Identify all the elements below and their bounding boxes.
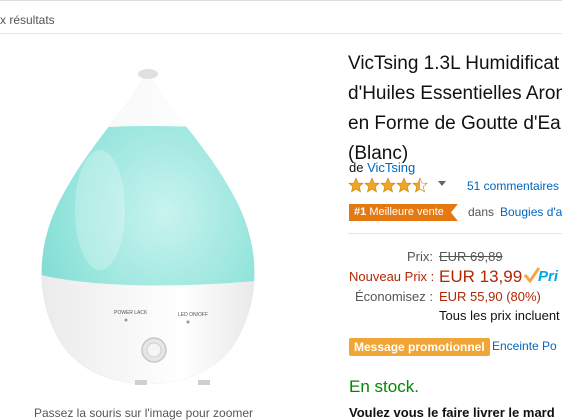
- delivery-question: Voulez vous le faire livrer le mard: [349, 405, 555, 420]
- star-rating[interactable]: [348, 177, 430, 193]
- chevron-down-icon[interactable]: [438, 181, 446, 186]
- top-border: [0, 0, 562, 1]
- star-icon: [380, 177, 396, 193]
- prime-logo[interactable]: Pri: [538, 268, 558, 285]
- title-line: en Forme de Goutte d'Ea: [348, 113, 561, 134]
- best-seller-rank: #1: [354, 206, 367, 218]
- new-price-value: EUR 13,99: [439, 267, 523, 286]
- product-title[interactable]: VicTsing 1.3L Humidificat d'Huiles Essen…: [348, 49, 562, 169]
- new-price-label: Nouveau Prix :: [349, 269, 435, 284]
- list-price-label: Prix:: [407, 249, 433, 264]
- star-icon: [348, 177, 364, 193]
- all-prices-note: Tous les prix incluent: [439, 308, 560, 323]
- star-icon: [364, 177, 380, 193]
- title-line: d'Huiles Essentielles Aron: [348, 83, 562, 104]
- breadcrumb[interactable]: x résultats: [0, 13, 55, 27]
- zoom-hint: Passez la souris sur l'image pour zoomer: [34, 406, 254, 420]
- best-seller-badge[interactable]: #1 Meilleure vente: [349, 204, 458, 221]
- stock-status: En stock.: [349, 377, 419, 396]
- promo-link[interactable]: Enceinte Po: [492, 339, 557, 353]
- star-icon: [396, 177, 412, 193]
- header-divider: [0, 33, 562, 34]
- reviews-link[interactable]: 51 commentaires: [467, 179, 559, 193]
- best-seller-label: Meilleure vente: [369, 206, 444, 218]
- price-divider: [348, 233, 562, 234]
- led-on-off-label: LED ON/OFF: [178, 312, 208, 318]
- list-price-value: EUR 69,89: [439, 249, 503, 264]
- by-label: de: [349, 160, 364, 175]
- category-link[interactable]: Bougies d'a: [500, 205, 562, 219]
- promo-badge: Message promotionnel: [349, 338, 490, 356]
- title-line: VicTsing 1.3L Humidificat: [348, 53, 560, 74]
- brand-link[interactable]: VicTsing: [367, 160, 415, 175]
- power-lack-label: POWER LACK: [114, 310, 148, 316]
- half-star-icon: [412, 177, 428, 193]
- savings-label: Économisez :: [354, 289, 433, 304]
- product-image[interactable]: POWER LACK LED ON/OFF: [30, 60, 330, 400]
- byline: de VicTsing: [349, 160, 415, 175]
- savings-value: EUR 55,90 (80%): [439, 289, 541, 304]
- best-seller-in: dans: [468, 205, 495, 219]
